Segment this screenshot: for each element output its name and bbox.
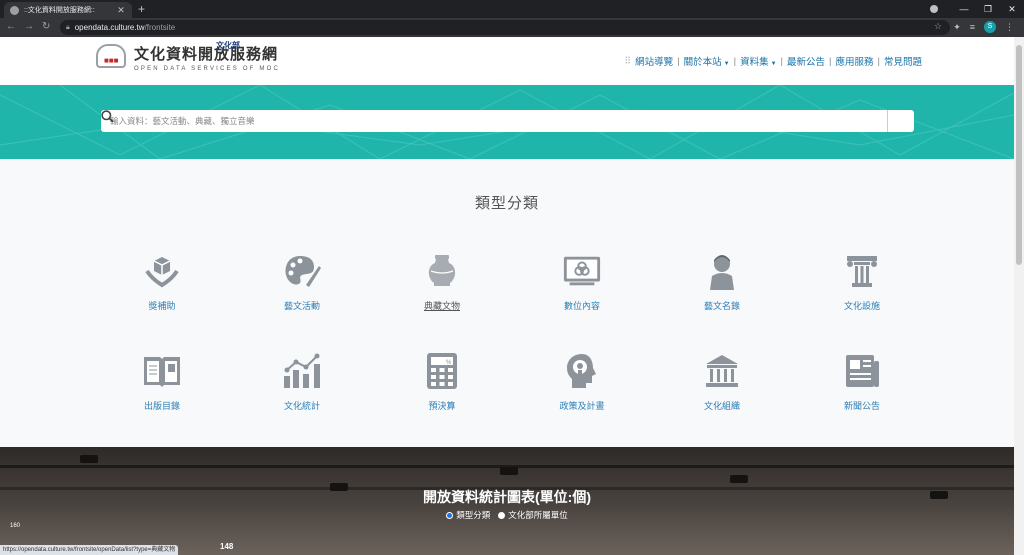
- window-controls: — ❐ ✕: [930, 0, 1024, 18]
- category-section: 類型分類 獎補助 藝文活動 典藏文物 數位內容 藝文名錄 文化設施 出版目錄 文…: [0, 159, 1014, 447]
- close-tab-icon[interactable]: ✕: [116, 5, 126, 16]
- category-label: 政策及計畫: [559, 401, 605, 411]
- web-page: ■■■ 文化資料開放服務網 OPEN DATA SERVICES OF MOC …: [0, 37, 1014, 555]
- newspaper-icon: [846, 355, 879, 387]
- book-icon: [144, 357, 180, 387]
- radio-selected-icon: [446, 511, 454, 519]
- minimize-icon[interactable]: —: [952, 4, 976, 14]
- extensions-icon[interactable]: ✦: [953, 22, 961, 33]
- idea-head-icon: [567, 354, 596, 388]
- search-button[interactable]: [101, 110, 914, 132]
- status-bar-url: https://opendata.culture.tw/frontsite/op…: [0, 545, 179, 555]
- category-publications[interactable]: 出版目錄: [92, 351, 232, 451]
- nav-apps[interactable]: 應用服務: [836, 54, 874, 68]
- stats-section: 開放資料統計圖表(單位:個) 類型分類 文化部所屬單位 160 148: [0, 447, 1014, 555]
- top-navigation: ⠿ 網站導覽 | 關於本站 ▼ | 資料集 ▼ | 最新公告 | 應用服務 | 常見…: [624, 54, 922, 69]
- chart-y-tick: 160: [10, 523, 21, 529]
- category-label: 藝文名錄: [703, 301, 740, 311]
- category-label: 文化設施: [843, 301, 880, 311]
- toolbar-icons: ✦ ≡ S ⋮: [953, 21, 1014, 33]
- category-title: 類型分類: [474, 195, 539, 212]
- reading-list-icon[interactable]: ≡: [970, 22, 975, 32]
- palette-icon: [285, 256, 321, 287]
- menu-kebab-icon[interactable]: ⋮: [1005, 22, 1014, 33]
- person-icon: [710, 255, 734, 290]
- category-label: 新聞公告: [843, 401, 880, 411]
- logo-subtitle: OPEN DATA SERVICES OF MOC: [134, 65, 281, 72]
- category-policy[interactable]: 政策及計畫: [512, 351, 652, 451]
- category-press[interactable]: 新聞公告: [792, 351, 932, 451]
- category-label: 出版目錄: [143, 401, 180, 411]
- search-banner: [0, 85, 1014, 159]
- back-icon[interactable]: ←: [6, 21, 16, 32]
- category-label: 文化統計: [283, 401, 320, 411]
- browser-toolbar: ← → ↻ 🔒︎ opendata.culture.tw/frontsite ☆…: [0, 18, 1024, 37]
- url-path: /frontsite: [144, 23, 176, 32]
- radio-by-type[interactable]: 類型分類: [446, 509, 490, 521]
- category-grant[interactable]: 獎補助: [92, 251, 232, 351]
- stats-toggle: 類型分類 文化部所屬單位: [0, 509, 1014, 521]
- address-bar[interactable]: 🔒︎ opendata.culture.tw/frontsite ☆: [60, 20, 950, 35]
- radio-by-unit[interactable]: 文化部所屬單位: [498, 509, 568, 521]
- category-label: 數位內容: [563, 301, 600, 311]
- chart-icon: [284, 353, 320, 388]
- browser-tab[interactable]: ::文化資料開放服務網:: ✕: [4, 2, 132, 18]
- caret-down-icon: ▼: [723, 61, 730, 67]
- category-label: 預決算: [428, 401, 456, 411]
- nav-datasets[interactable]: 資料集 ▼: [740, 54, 776, 68]
- browser-tabbar: ::文化資料開放服務網:: ✕ + — ❐ ✕: [0, 0, 1024, 18]
- column-icon: [847, 256, 877, 287]
- category-arts-events[interactable]: 藝文活動: [232, 251, 372, 351]
- category-label: 藝文活動: [283, 301, 320, 311]
- category-collections[interactable]: 典藏文物: [372, 251, 512, 351]
- nav-faq[interactable]: 常見問題: [884, 54, 922, 68]
- moc-badge: 文化部: [216, 41, 240, 50]
- chart-value-label: 148: [220, 542, 234, 551]
- cloud-logo-icon: ■■■: [94, 42, 128, 72]
- tab-title: ::文化資料開放服務網::: [24, 7, 95, 14]
- category-digital[interactable]: 數位內容: [512, 251, 652, 351]
- nav-about[interactable]: 關於本站 ▼: [684, 54, 730, 68]
- new-tab-icon[interactable]: +: [138, 2, 145, 16]
- category-label: 典藏文物: [423, 301, 460, 311]
- restore-icon[interactable]: ❐: [976, 4, 1000, 15]
- nav-news[interactable]: 最新公告: [787, 54, 825, 68]
- category-facilities[interactable]: 文化設施: [792, 251, 932, 351]
- digital-screen-icon: [563, 256, 601, 286]
- category-budget[interactable]: % 預決算: [372, 351, 512, 451]
- page-scrollbar[interactable]: [1014, 37, 1024, 555]
- profile-avatar[interactable]: S: [984, 21, 996, 33]
- svg-text:%: %: [446, 360, 452, 366]
- category-directory[interactable]: 藝文名錄: [652, 251, 792, 351]
- reload-icon[interactable]: ↻: [42, 21, 50, 32]
- close-window-icon[interactable]: ✕: [1000, 4, 1024, 15]
- category-organizations[interactable]: 文化組織: [652, 351, 792, 451]
- search-icon: [101, 110, 114, 123]
- search-input[interactable]: [101, 116, 887, 126]
- site-logo[interactable]: ■■■ 文化資料開放服務網 OPEN DATA SERVICES OF MOC …: [94, 41, 281, 72]
- lock-icon: 🔒︎: [66, 23, 70, 31]
- scrollbar-thumb[interactable]: [1016, 45, 1022, 265]
- category-label: 文化組織: [703, 401, 740, 411]
- category-label: 獎補助: [148, 301, 176, 311]
- grant-hands-icon: [145, 257, 179, 288]
- profile-dot-icon[interactable]: [930, 5, 938, 13]
- radio-unselected-icon: [498, 511, 506, 519]
- url-host: opendata.culture.tw: [74, 23, 145, 32]
- vase-icon: [428, 255, 456, 286]
- caret-down-icon: ▼: [770, 61, 777, 67]
- site-header: ■■■ 文化資料開放服務網 OPEN DATA SERVICES OF MOC …: [0, 37, 1014, 85]
- category-statistics[interactable]: 文化統計: [232, 351, 372, 451]
- globe-icon: [10, 5, 19, 15]
- logo-title: 文化資料開放服務網: [134, 45, 279, 63]
- institution-icon: [706, 355, 738, 387]
- forward-icon[interactable]: →: [24, 21, 34, 32]
- stats-title: 開放資料統計圖表(單位:個): [423, 489, 591, 505]
- nav-sitemap[interactable]: 網站導覽: [635, 54, 673, 68]
- calculator-icon: %: [427, 353, 457, 389]
- bookmark-star-icon[interactable]: ☆: [934, 21, 942, 32]
- category-grid: 獎補助 藝文活動 典藏文物 數位內容 藝文名錄 文化設施 出版目錄 文化統計 %…: [92, 251, 932, 451]
- search-box: [101, 110, 914, 132]
